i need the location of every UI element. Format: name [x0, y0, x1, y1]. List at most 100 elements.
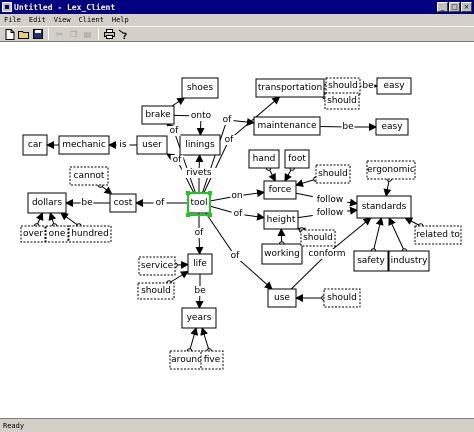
- concept-label: linings: [185, 140, 215, 150]
- status-text: Ready: [3, 421, 25, 430]
- modifier-edge: [372, 217, 384, 252]
- concept-label: use: [274, 293, 290, 303]
- copy-icon[interactable]: ❐: [67, 28, 80, 40]
- menu-view[interactable]: View: [50, 16, 75, 24]
- modifier-edge: [189, 327, 199, 352]
- help-icon[interactable]: ?: [117, 28, 130, 40]
- concept-label: standards: [362, 202, 407, 212]
- minimize-button[interactable]: _: [437, 2, 448, 12]
- relation-edge: [171, 97, 186, 107]
- relation-label: of: [234, 209, 244, 219]
- new-file-icon[interactable]: [3, 28, 16, 40]
- concept-label: transportation: [258, 83, 322, 93]
- modifier-edge: [60, 212, 80, 227]
- window-title: Untitled - Lex_Client: [14, 2, 116, 12]
- print-icon[interactable]: [103, 28, 116, 40]
- toolbar-separator: [98, 28, 99, 40]
- relation-edge: [205, 212, 236, 257]
- concept-label: dollars: [32, 198, 62, 208]
- concept-label: hand: [253, 154, 276, 164]
- concept-graph[interactable]: shoes brake linings transportation easy maint…: [0, 43, 474, 418]
- concept-label: car: [28, 140, 42, 150]
- relation-label: of: [223, 115, 233, 125]
- concept-label: cost: [114, 198, 133, 208]
- open-folder-icon[interactable]: [17, 28, 30, 40]
- selection-handle[interactable]: [186, 213, 190, 217]
- concept-label: easy: [381, 122, 403, 132]
- modifier-label: five: [204, 355, 221, 365]
- svg-text:?: ?: [122, 32, 127, 40]
- relation-label: rivets: [186, 168, 212, 178]
- concept-label: easy: [383, 81, 405, 91]
- modifier-edge: [295, 178, 317, 187]
- concept-label: tool: [190, 198, 207, 208]
- concept-label: shoes: [187, 83, 213, 93]
- menu-client[interactable]: Client: [75, 16, 108, 24]
- relation-label: is: [119, 140, 127, 150]
- close-button[interactable]: ×: [461, 2, 472, 12]
- concept-label: industry: [391, 256, 429, 266]
- relation-label: follow: [317, 208, 344, 218]
- modifier-label: should: [318, 169, 348, 179]
- modifier-edge: [388, 217, 405, 252]
- modifier-label: related to: [416, 230, 460, 240]
- concept-label: life: [193, 259, 207, 269]
- relation-label: be: [194, 286, 206, 296]
- graph-canvas[interactable]: shoes brake linings transportation easy maint…: [0, 43, 474, 418]
- modifier-label: around: [171, 355, 203, 365]
- toolbar: ✂ ❐ ▤ ?: [0, 26, 474, 42]
- title-bar: Untitled - Lex_Client _ □ ×: [0, 0, 474, 14]
- modifier-label: should: [327, 293, 357, 303]
- modifier-label: cannot: [74, 171, 105, 181]
- relation-label: of: [173, 155, 183, 165]
- relation-label: conform: [308, 249, 345, 259]
- relation-label: be: [81, 198, 93, 208]
- menu-file[interactable]: File: [0, 16, 25, 24]
- cut-icon[interactable]: ✂: [53, 28, 66, 40]
- relation-label: of: [156, 198, 166, 208]
- menu-edit[interactable]: Edit: [25, 16, 50, 24]
- relation-label: of: [231, 251, 241, 261]
- concept-label: maintenance: [258, 121, 317, 131]
- concept-label: foot: [288, 154, 306, 164]
- status-bar: Ready: [0, 418, 474, 432]
- relation-label: onto: [191, 111, 212, 121]
- relation-label: follow: [317, 195, 344, 205]
- toolbar-separator: [48, 28, 49, 40]
- app-icon: [2, 2, 12, 12]
- concept-label: user: [142, 140, 162, 150]
- modifier-edge: [200, 327, 210, 352]
- menu-help[interactable]: Help: [108, 16, 133, 24]
- concept-label: working: [264, 249, 300, 259]
- save-icon[interactable]: [31, 28, 44, 40]
- maximize-button[interactable]: □: [449, 2, 460, 12]
- modifier-label: should: [327, 96, 357, 106]
- relation-label: of: [225, 135, 235, 145]
- modifier-label: service: [141, 261, 174, 271]
- selection-handle[interactable]: [208, 191, 212, 195]
- relation-edge: [201, 119, 228, 194]
- modifier-label: should: [328, 81, 358, 91]
- relation-label: of: [170, 126, 180, 136]
- modifier-label: over: [23, 229, 43, 239]
- modifier-label: hundred: [71, 229, 109, 239]
- relation-label: on: [231, 191, 242, 201]
- menu-bar: File Edit View Client Help: [0, 14, 474, 26]
- relation-label: be: [342, 122, 354, 132]
- modifier-label: should: [303, 233, 333, 243]
- concept-label: height: [267, 215, 296, 225]
- concept-label: mechanic: [62, 140, 106, 150]
- relation-label: of: [195, 228, 205, 238]
- modifier-label: one: [49, 229, 66, 239]
- concept-label: safety: [357, 256, 385, 266]
- selection-handle[interactable]: [186, 191, 190, 195]
- selection-handle[interactable]: [208, 213, 212, 217]
- modifier-label: should: [141, 286, 171, 296]
- modifier-label: ergonomic: [367, 165, 415, 175]
- concept-label: years: [187, 313, 212, 323]
- relation-label: be: [362, 81, 374, 91]
- window-controls: _ □ ×: [437, 2, 472, 12]
- concept-label: brake: [145, 110, 171, 120]
- paste-icon[interactable]: ▤: [81, 28, 94, 40]
- concept-label: force: [269, 185, 292, 195]
